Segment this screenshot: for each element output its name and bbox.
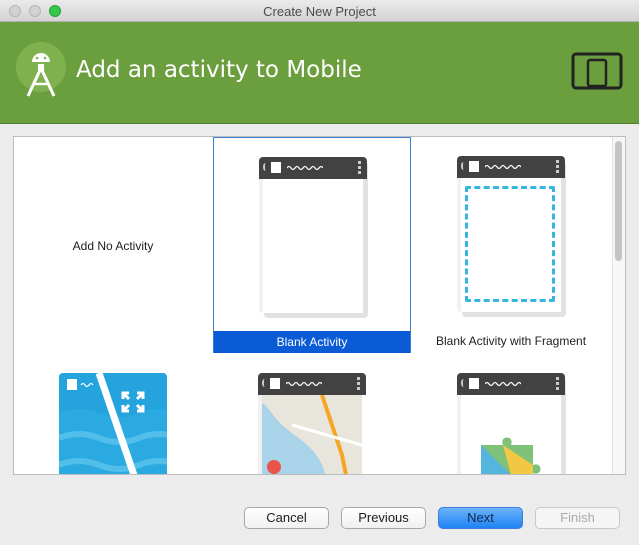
template-google-play-services-activity[interactable] — [412, 353, 610, 474]
action-bar — [457, 156, 565, 178]
previous-button[interactable]: Previous — [341, 507, 426, 529]
template-label: Add No Activity — [72, 239, 154, 253]
overflow-menu-icon — [358, 161, 361, 175]
play-services-puzzle-icon — [481, 437, 541, 474]
map-preview-icon — [262, 395, 362, 474]
window-title: Create New Project — [263, 4, 376, 19]
page-title: Add an activity to Mobile — [76, 57, 362, 83]
phone-preview — [258, 373, 366, 474]
template-blank-activity-with-fragment[interactable]: Blank Activity with Fragment — [412, 137, 610, 353]
activity-template-gallery[interactable]: Add No Activity Blank Activity Blank Act… — [13, 136, 626, 475]
overflow-menu-icon — [556, 160, 559, 174]
action-bar — [457, 373, 565, 395]
fullscreen-preview — [59, 373, 167, 474]
action-bar — [259, 157, 367, 179]
scrollbar-thumb[interactable] — [615, 141, 622, 261]
android-studio-logo-icon — [16, 42, 66, 97]
template-fullscreen-activity[interactable] — [14, 353, 212, 474]
template-google-maps-activity[interactable] — [213, 353, 411, 474]
next-button[interactable]: Next — [438, 507, 523, 529]
phone-preview — [259, 157, 368, 318]
fullscreen-art-icon — [59, 373, 167, 474]
wizard-header: Add an activity to Mobile — [0, 22, 639, 124]
title-squiggle-icon — [485, 164, 521, 170]
window-titlebar: Create New Project — [0, 0, 639, 22]
fragment-placeholder — [465, 186, 555, 302]
overflow-menu-icon — [556, 377, 559, 391]
title-squiggle-icon — [286, 381, 322, 387]
title-squiggle-icon — [485, 381, 521, 387]
template-blank-activity[interactable]: Blank Activity — [213, 137, 411, 353]
action-bar — [258, 373, 366, 395]
phone-preview — [457, 156, 566, 317]
phone-preview — [457, 373, 566, 474]
finish-button[interactable]: Finish — [535, 507, 620, 529]
template-label: Blank Activity — [214, 331, 410, 353]
gallery-scrollbar[interactable] — [612, 137, 625, 474]
template-add-no-activity[interactable]: Add No Activity — [14, 137, 212, 353]
cancel-button[interactable]: Cancel — [244, 507, 329, 529]
template-label: Blank Activity with Fragment — [435, 334, 587, 348]
title-squiggle-icon — [287, 165, 323, 171]
overflow-menu-icon — [357, 377, 360, 391]
phone-tablet-icon — [571, 52, 623, 90]
